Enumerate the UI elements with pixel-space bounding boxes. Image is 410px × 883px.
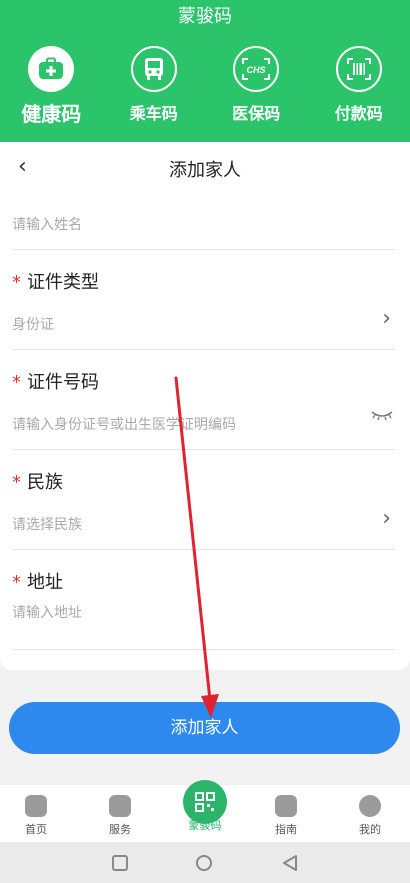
nav-label: 医保码 [232, 104, 281, 123]
nav-item-insurance-code[interactable]: CHS 医保码 [205, 46, 308, 127]
address-field[interactable]: * 地址 请输入地址 [12, 550, 395, 650]
id-type-field[interactable]: * 证件类型 身份证 › [12, 250, 395, 350]
system-nav-bar [0, 842, 410, 883]
home-circle-icon[interactable] [195, 854, 213, 872]
chs-icon: CHS [233, 46, 280, 92]
add-family-button[interactable]: 添加家人 [9, 702, 400, 754]
tab-service[interactable]: 服务 [90, 795, 150, 837]
id-type-value: 身份证 [12, 317, 54, 333]
medical-kit-icon [28, 46, 75, 92]
address-label: * 地址 [12, 572, 63, 593]
required-mark: * [12, 572, 21, 593]
tab-label: 我的 [359, 823, 381, 836]
required-mark: * [12, 272, 21, 293]
chevron-right-icon: › [382, 306, 391, 331]
qr-code-icon[interactable] [183, 780, 227, 824]
name-field[interactable]: 请输入姓名 [12, 192, 395, 250]
id-number-field[interactable]: * 证件号码 请输入身份证号或出生医学证明编码 [12, 350, 395, 450]
app-header: 蒙骏码 健康码 乘车码 CHS 医保码 付款码 [0, 0, 410, 142]
tab-mine[interactable]: 我的 [340, 795, 400, 837]
id-type-label: * 证件类型 [12, 272, 99, 293]
nav-label: 乘车码 [129, 104, 178, 123]
tab-label: 指南 [275, 823, 297, 836]
ethnic-select[interactable]: 请选择民族 [12, 514, 82, 534]
tab-label: 服务 [109, 823, 131, 836]
nav-label: 健康码 [21, 102, 82, 126]
required-mark: * [12, 372, 21, 393]
bookmark-icon [109, 795, 131, 817]
home-icon [25, 795, 47, 817]
id-number-label: * 证件号码 [12, 372, 99, 393]
app-title: 蒙骏码 [178, 6, 232, 27]
nav-item-bus-code[interactable]: 乘车码 [103, 46, 206, 127]
id-number-input[interactable]: 请输入身份证号或出生医学证明编码 [12, 414, 236, 434]
tab-label: 首页 [25, 823, 47, 836]
page-topbar: ‹ 添加家人 [0, 142, 410, 192]
nav-item-pay-code[interactable]: 付款码 [308, 46, 410, 127]
document-icon [275, 795, 297, 817]
svg-text:CHS: CHS [247, 65, 266, 75]
recent-apps-icon[interactable] [111, 854, 129, 872]
back-triangle-icon[interactable] [281, 854, 299, 872]
name-input[interactable]: 请输入姓名 [12, 214, 82, 234]
address-input[interactable]: 请输入地址 [12, 602, 82, 622]
ethnic-field[interactable]: * 民族 请选择民族 › [12, 450, 395, 550]
add-family-card: ‹ 添加家人 请输入姓名 * 证件类型 身份证 › * 证件号码 请输入身份证号或出… [0, 142, 410, 670]
required-mark: * [12, 472, 21, 493]
tab-guide[interactable]: 指南 [256, 795, 316, 837]
barcode-icon [335, 46, 382, 92]
top-nav: 健康码 乘车码 CHS 医保码 付款码 [0, 46, 410, 127]
nav-item-health-code[interactable]: 健康码 [0, 46, 103, 127]
ethnic-label: * 民族 [12, 472, 63, 493]
tab-home[interactable]: 首页 [6, 795, 66, 837]
page-title: 添加家人 [169, 160, 241, 181]
profile-icon [359, 795, 381, 817]
eye-closed-icon[interactable] [371, 410, 393, 426]
bus-icon [130, 46, 177, 92]
chevron-right-icon: › [382, 506, 391, 531]
nav-label: 付款码 [334, 104, 383, 123]
